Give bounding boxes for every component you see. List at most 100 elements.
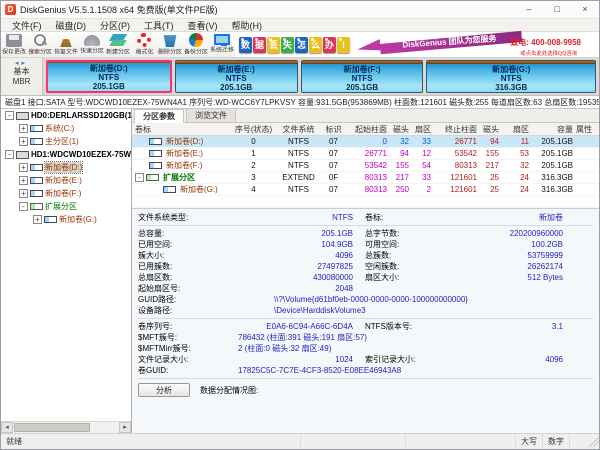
- tab-inactive[interactable]: 浏览文件: [186, 108, 236, 122]
- partition-block[interactable]: 新加卷(D:)NTFS205.1GB: [46, 60, 172, 93]
- table-header-cell: 标识: [322, 124, 348, 135]
- hscroll-track[interactable]: [13, 422, 119, 433]
- menu-item-4[interactable]: 查看(V): [181, 19, 225, 32]
- ad-banner[interactable]: 数据丢失怎么办! DiskGenius 团队为您服务 致电: 400-008-9…: [235, 32, 599, 57]
- tree-expand-minus-icon[interactable]: -: [5, 111, 14, 120]
- detail-value: 786432 (柱面:391 磁头:191 扇区:57): [238, 332, 367, 343]
- table-cell: 250: [390, 185, 412, 194]
- menu-item-2[interactable]: 分区(P): [93, 19, 137, 32]
- ad-banner-arrow: DiskGenius 团队为您服务: [357, 29, 523, 56]
- table-cell: 3: [232, 173, 278, 182]
- tree-expand-minus-icon[interactable]: -: [135, 173, 144, 182]
- table-header-cell: 磁头: [480, 124, 502, 135]
- detail-value: NTFS: [238, 213, 353, 222]
- partition-block[interactable]: 新加卷(E:)NTFS205.1GB: [175, 60, 298, 93]
- table-row[interactable]: 新加卷(F:)2NTFS0753542155548031321732205.1G…: [132, 160, 599, 172]
- table-cell: 0: [232, 137, 278, 146]
- partition-name: 新加卷(D:): [48, 64, 170, 73]
- tree-expand-plus-icon[interactable]: +: [19, 189, 28, 198]
- table-cell: 94: [390, 149, 412, 158]
- search-icon: [32, 33, 48, 47]
- menu-item-5[interactable]: 帮助(H): [225, 19, 270, 32]
- partition-table: 卷标序号(状态)文件系统标识起始柱面磁头扇区终止柱面磁头扇区容量属性 新加卷(D…: [132, 123, 599, 208]
- tree-expand-plus-icon[interactable]: +: [19, 176, 28, 185]
- tree-expand-plus-icon[interactable]: +: [19, 124, 28, 133]
- sidebar-item-label: 主分区(1): [45, 136, 79, 147]
- toolbar-button-new[interactable]: 新建分区: [105, 32, 131, 57]
- toolbar-button-quick[interactable]: 快速分区: [79, 32, 105, 57]
- table-row[interactable]: -扩展分区3EXTEND0F80313217331216012524316.3G…: [132, 172, 599, 184]
- hscroll-right-icon[interactable]: ▸: [119, 422, 131, 433]
- table-cell: 1: [232, 149, 278, 158]
- detail-row: 文件记录大小:1024索引记录大小:4096: [138, 354, 593, 365]
- disk-icon: [16, 151, 29, 159]
- sidebar-item[interactable]: -HD0:DERLARSSD120GB(112GB): [1, 109, 131, 122]
- ad-phone: 致电: 400-008-9958: [510, 37, 581, 48]
- partition-block[interactable]: 新加卷(G:)NTFS316.3GB: [426, 60, 596, 93]
- tree-expand-plus-icon[interactable]: +: [33, 215, 42, 224]
- part-icon: [163, 186, 176, 193]
- table-cell: 26771: [434, 137, 480, 146]
- table-cell: 53542: [434, 149, 480, 158]
- table-cell: 4: [232, 185, 278, 194]
- ad-tile: 失: [281, 37, 294, 53]
- sidebar-item[interactable]: +新加卷(G:): [1, 213, 131, 226]
- toolbar-button-search[interactable]: 搜索分区: [27, 32, 53, 57]
- detail-value: 53759999: [443, 251, 593, 260]
- sidebar-item[interactable]: +新加卷(E:): [1, 174, 131, 187]
- delete-icon: [162, 33, 178, 47]
- save-icon: [6, 34, 22, 47]
- table-cell: 26771: [348, 149, 390, 158]
- maximize-icon[interactable]: □: [543, 1, 571, 19]
- table-row[interactable]: 新加卷(G:)4NTFS078031325021216012524316.3GB: [132, 184, 599, 196]
- toolbar-button-migrate[interactable]: 系统迁移: [209, 32, 235, 57]
- table-row[interactable]: 新加卷(E:)1NTFS072677194125354215553205.1GB: [132, 148, 599, 160]
- tree-expand-minus-icon[interactable]: -: [5, 150, 14, 159]
- toolbar-button-format[interactable]: 格式化: [131, 32, 157, 57]
- menu-item-1[interactable]: 磁盘(D): [49, 19, 94, 32]
- menu-item-0[interactable]: 文件(F): [5, 19, 49, 32]
- table-cell: 54: [412, 161, 434, 170]
- tree-expand-plus-icon[interactable]: +: [19, 137, 28, 146]
- status-bar: 就绪 大写 数字: [1, 433, 599, 449]
- ad-tiles: 数据丢失怎么办!: [239, 37, 351, 53]
- tree-hscrollbar[interactable]: ◂ ▸: [1, 421, 131, 433]
- table-row-volume-label: 新加卷(G:): [180, 184, 218, 195]
- minimize-icon[interactable]: –: [515, 1, 543, 19]
- toolbar-button-label: 删除分区: [158, 48, 182, 57]
- sidebar-item[interactable]: +系统(C:): [1, 122, 131, 135]
- menu-item-3[interactable]: 工具(T): [137, 19, 181, 32]
- tree-expand-plus-icon[interactable]: +: [19, 163, 28, 172]
- analyze-button[interactable]: 分析: [138, 383, 190, 397]
- tree-expand-minus-icon[interactable]: -: [19, 202, 28, 211]
- toolbar-button-delete[interactable]: 删除分区: [157, 32, 183, 57]
- partition-block[interactable]: 新加卷(F:)NTFS205.1GB: [301, 60, 424, 93]
- table-row[interactable]: 新加卷(D:)0NTFS0703233267719411205.1GB: [132, 136, 599, 148]
- ad-qq-link[interactable]: 或点击此处选择QQ咨询: [514, 48, 578, 56]
- disk-nav-arrows-icon[interactable]: ◂▸: [1, 59, 42, 67]
- toolbar-button-save[interactable]: 保存更改: [1, 32, 27, 57]
- diskgenius-window: D DiskGenius V5.5.1.1508 x64 免费版(单文件PE版)…: [0, 0, 600, 450]
- resize-grip-icon[interactable]: [589, 437, 599, 447]
- detail-value: 220200960000: [443, 229, 593, 238]
- hscroll-thumb[interactable]: [14, 423, 90, 432]
- sidebar-item[interactable]: -HD1:WDCWD10EZEX-75WN4A1(932GB): [1, 148, 131, 161]
- sidebar-item[interactable]: -扩展分区: [1, 200, 131, 213]
- detail-row: 总容量:205.1GB总字节数:220200960000: [138, 228, 593, 239]
- hscroll-left-icon[interactable]: ◂: [1, 422, 13, 433]
- tab-active[interactable]: 分区参数: [134, 109, 184, 123]
- toolbar-button-backup[interactable]: 备份分区: [183, 32, 209, 57]
- ext-icon: [146, 174, 159, 181]
- toolbar-button-recover[interactable]: 恢复文件: [53, 32, 79, 57]
- sidebar-item[interactable]: +新加卷(D:): [1, 161, 131, 174]
- ad-contact: 致电: 400-008-9958 或点击此处选择QQ咨询: [510, 37, 581, 57]
- close-icon[interactable]: ×: [571, 1, 599, 19]
- ad-tile: 据: [253, 37, 266, 53]
- disk-scheme-label: MBR: [1, 77, 42, 87]
- disk-icon: [16, 112, 29, 120]
- disk-nav[interactable]: ◂▸ 基本 MBR: [1, 58, 43, 95]
- sidebar-item[interactable]: + 主分区(1): [1, 135, 131, 148]
- table-cell: 121601: [434, 173, 480, 182]
- sidebar-item[interactable]: +新加卷(F:): [1, 187, 131, 200]
- detail-value: 512 Bytes: [443, 273, 593, 282]
